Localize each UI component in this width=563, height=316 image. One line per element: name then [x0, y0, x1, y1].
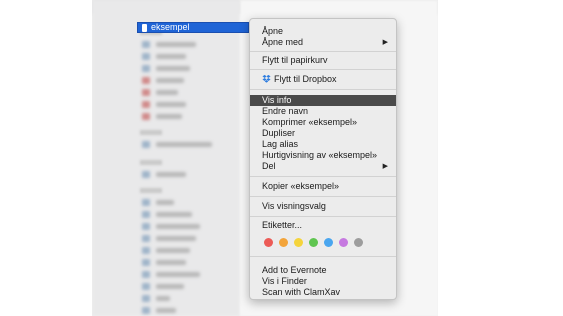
- menu-separator: [250, 51, 396, 52]
- sidebar-item[interactable]: [142, 198, 174, 206]
- sidebar-item[interactable]: [142, 76, 184, 84]
- sidebar-item[interactable]: [142, 306, 176, 314]
- sidebar-item[interactable]: [142, 64, 190, 72]
- submenu-arrow-icon: ▶: [382, 163, 388, 170]
- tag-blue[interactable]: [324, 238, 333, 247]
- selected-file-row[interactable]: eksempel: [137, 22, 249, 33]
- menu-item-open[interactable]: Åpne: [250, 26, 396, 37]
- sidebar-item[interactable]: [142, 234, 196, 242]
- sidebar-item[interactable]: [142, 140, 212, 148]
- selected-file-name: eksempel: [151, 22, 190, 32]
- menu-item-duplicate[interactable]: Dupliser: [250, 128, 396, 139]
- menu-item-add-to-evernote[interactable]: Add to Evernote: [250, 265, 396, 276]
- menu-item-make-alias[interactable]: Lag alias: [250, 139, 396, 150]
- context-menu: Åpne Åpne med ▶ Flytt til papirkurv Flyt…: [249, 18, 397, 300]
- menu-item-open-with-label: Åpne med: [262, 37, 304, 47]
- sidebar-item[interactable]: [142, 100, 186, 108]
- document-icon: [142, 23, 147, 32]
- menu-separator: [250, 69, 396, 70]
- menu-item-move-to-dropbox[interactable]: Flytt til Dropbox: [250, 74, 396, 85]
- menu-item-scan-clamxav[interactable]: Scan with ClamXav: [250, 287, 396, 298]
- sidebar-item[interactable]: [142, 294, 170, 302]
- menu-item-show-view-options[interactable]: Vis visningsvalg: [250, 201, 396, 212]
- menu-item-share[interactable]: Del ▶: [250, 161, 396, 172]
- sidebar-item[interactable]: [142, 258, 186, 266]
- sidebar-item[interactable]: [142, 52, 186, 60]
- sidebar-item[interactable]: [142, 88, 178, 96]
- tag-color-row: [264, 238, 363, 247]
- menu-separator: [250, 256, 396, 257]
- tag-gray[interactable]: [354, 238, 363, 247]
- sidebar-item[interactable]: [142, 170, 186, 178]
- sidebar-item[interactable]: [142, 210, 192, 218]
- dropbox-icon: [262, 74, 271, 83]
- menu-item-move-to-trash[interactable]: Flytt til papirkurv: [250, 55, 396, 66]
- sidebar-section-header: [140, 130, 162, 135]
- sidebar-item[interactable]: [142, 112, 182, 120]
- sidebar-section-header: [140, 188, 162, 193]
- submenu-arrow-icon: ▶: [382, 39, 388, 46]
- menu-separator: [250, 196, 396, 197]
- menu-separator: [250, 216, 396, 217]
- menu-separator: [250, 176, 396, 177]
- menu-item-copy[interactable]: Kopier «eksempel»: [250, 181, 396, 192]
- tag-yellow[interactable]: [294, 238, 303, 247]
- menu-item-show-in-finder[interactable]: Vis i Finder: [250, 276, 396, 287]
- tag-green[interactable]: [309, 238, 318, 247]
- menu-item-tags[interactable]: Etiketter...: [250, 220, 396, 231]
- tag-orange[interactable]: [279, 238, 288, 247]
- sidebar-section-header: [140, 160, 162, 165]
- menu-item-share-label: Del: [262, 161, 276, 171]
- menu-item-move-to-dropbox-label: Flytt til Dropbox: [274, 74, 337, 84]
- menu-item-get-info[interactable]: Vis info: [250, 95, 396, 106]
- sidebar-item[interactable]: [142, 282, 184, 290]
- menu-item-compress[interactable]: Komprimer «eksempel»: [250, 117, 396, 128]
- menu-item-quick-look[interactable]: Hurtigvisning av «eksempel»: [250, 150, 396, 161]
- tag-red[interactable]: [264, 238, 273, 247]
- tag-purple[interactable]: [339, 238, 348, 247]
- menu-separator: [250, 89, 396, 90]
- sidebar-item[interactable]: [142, 40, 196, 48]
- menu-item-open-with[interactable]: Åpne med ▶: [250, 37, 396, 48]
- menu-item-rename[interactable]: Endre navn: [250, 106, 396, 117]
- sidebar-item[interactable]: [142, 246, 190, 254]
- sidebar-item[interactable]: [142, 270, 200, 278]
- sidebar-item[interactable]: [142, 222, 200, 230]
